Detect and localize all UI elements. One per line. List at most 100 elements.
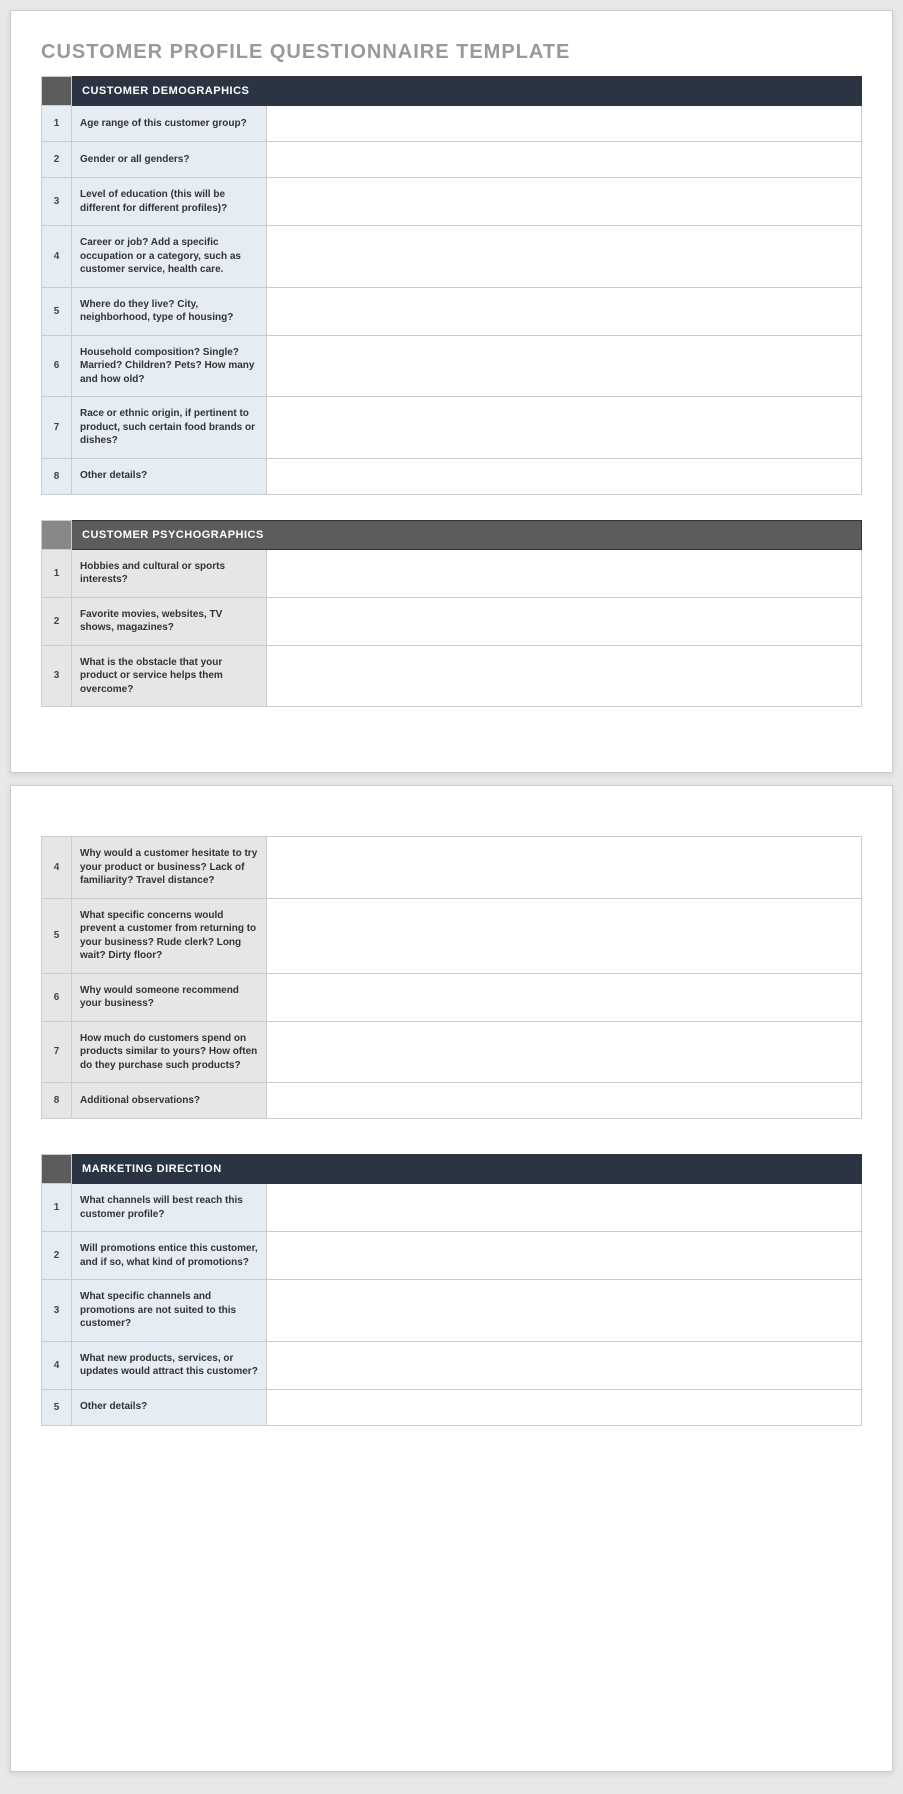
question-cell: Household composition? Single? Married? … — [72, 335, 267, 397]
table-row: 4 Why would a customer hesitate to try y… — [42, 837, 862, 899]
answer-cell[interactable] — [267, 898, 862, 973]
document-page-2: 4 Why would a customer hesitate to try y… — [10, 785, 893, 1772]
header-num-blank — [42, 1155, 72, 1184]
row-number: 3 — [42, 178, 72, 226]
answer-cell[interactable] — [267, 287, 862, 335]
page-title: CUSTOMER PROFILE QUESTIONNAIRE TEMPLATE — [41, 41, 862, 64]
table-row: 4 Career or job? Add a specific occupati… — [42, 226, 862, 288]
answer-cell[interactable] — [267, 106, 862, 142]
question-cell: Age range of this customer group? — [72, 106, 267, 142]
row-number: 1 — [42, 106, 72, 142]
question-cell: Favorite movies, websites, TV shows, mag… — [72, 597, 267, 645]
answer-cell[interactable] — [267, 597, 862, 645]
answer-cell[interactable] — [267, 178, 862, 226]
question-cell: Level of education (this will be differe… — [72, 178, 267, 226]
section-header: CUSTOMER DEMOGRAPHICS — [72, 77, 862, 106]
row-number: 4 — [42, 837, 72, 899]
question-cell: What specific concerns would prevent a c… — [72, 898, 267, 973]
row-number: 7 — [42, 397, 72, 459]
row-number: 1 — [42, 1184, 72, 1232]
row-number: 6 — [42, 335, 72, 397]
question-cell: Gender or all genders? — [72, 142, 267, 178]
answer-cell[interactable] — [267, 1341, 862, 1389]
answer-cell[interactable] — [267, 226, 862, 288]
table-row: 2 Gender or all genders? — [42, 142, 862, 178]
table-row: 4 What new products, services, or update… — [42, 1341, 862, 1389]
row-number: 5 — [42, 898, 72, 973]
psychographics-table-2: 4 Why would a customer hesitate to try y… — [41, 836, 862, 1119]
question-cell: Why would a customer hesitate to try you… — [72, 837, 267, 899]
table-row: 3 What specific channels and promotions … — [42, 1280, 862, 1342]
table-row: 6 Why would someone recommend your busin… — [42, 973, 862, 1021]
header-num-blank — [42, 77, 72, 106]
row-number: 8 — [42, 1083, 72, 1119]
table-row: 8 Additional observations? — [42, 1083, 862, 1119]
answer-cell[interactable] — [267, 1184, 862, 1232]
question-cell: Other details? — [72, 1389, 267, 1425]
answer-cell[interactable] — [267, 837, 862, 899]
answer-cell[interactable] — [267, 973, 862, 1021]
question-cell: Career or job? Add a specific occupation… — [72, 226, 267, 288]
row-number: 6 — [42, 973, 72, 1021]
psychographics-table-1: CUSTOMER PSYCHOGRAPHICS 1 Hobbies and cu… — [41, 520, 862, 708]
answer-cell[interactable] — [267, 458, 862, 494]
table-row: 5 Where do they live? City, neighborhood… — [42, 287, 862, 335]
row-number: 4 — [42, 1341, 72, 1389]
page-bottom-whitespace — [41, 1451, 862, 1731]
table-row: 5 What specific concerns would prevent a… — [42, 898, 862, 973]
question-cell: What channels will best reach this custo… — [72, 1184, 267, 1232]
question-cell: Where do they live? City, neighborhood, … — [72, 287, 267, 335]
row-number: 3 — [42, 645, 72, 707]
row-number: 8 — [42, 458, 72, 494]
table-row: 1 Age range of this customer group? — [42, 106, 862, 142]
row-number: 2 — [42, 1232, 72, 1280]
answer-cell[interactable] — [267, 1280, 862, 1342]
question-cell: How much do customers spend on products … — [72, 1021, 267, 1083]
row-number: 1 — [42, 549, 72, 597]
answer-cell[interactable] — [267, 549, 862, 597]
question-cell: Additional observations? — [72, 1083, 267, 1119]
answer-cell[interactable] — [267, 1389, 862, 1425]
section-header-row: MARKETING DIRECTION — [42, 1155, 862, 1184]
table-row: 7 Race or ethnic origin, if pertinent to… — [42, 397, 862, 459]
row-number: 2 — [42, 142, 72, 178]
row-number: 2 — [42, 597, 72, 645]
row-number: 4 — [42, 226, 72, 288]
question-cell: Race or ethnic origin, if pertinent to p… — [72, 397, 267, 459]
row-number: 5 — [42, 287, 72, 335]
header-num-blank — [42, 520, 72, 549]
table-row: 3 What is the obstacle that your product… — [42, 645, 862, 707]
table-row: 7 How much do customers spend on product… — [42, 1021, 862, 1083]
row-number: 7 — [42, 1021, 72, 1083]
section-header-row: CUSTOMER DEMOGRAPHICS — [42, 77, 862, 106]
question-cell: Will promotions entice this customer, an… — [72, 1232, 267, 1280]
question-cell: Why would someone recommend your busines… — [72, 973, 267, 1021]
question-cell: Other details? — [72, 458, 267, 494]
table-row: 1 What channels will best reach this cus… — [42, 1184, 862, 1232]
marketing-table: MARKETING DIRECTION 1 What channels will… — [41, 1154, 862, 1426]
section-header: MARKETING DIRECTION — [72, 1155, 862, 1184]
table-row: 8 Other details? — [42, 458, 862, 494]
table-row: 2 Will promotions entice this customer, … — [42, 1232, 862, 1280]
section-header-row: CUSTOMER PSYCHOGRAPHICS — [42, 520, 862, 549]
answer-cell[interactable] — [267, 1021, 862, 1083]
question-cell: What is the obstacle that your product o… — [72, 645, 267, 707]
question-cell: What new products, services, or updates … — [72, 1341, 267, 1389]
answer-cell[interactable] — [267, 142, 862, 178]
table-row: 1 Hobbies and cultural or sports interes… — [42, 549, 862, 597]
row-number: 5 — [42, 1389, 72, 1425]
document-page-1: CUSTOMER PROFILE QUESTIONNAIRE TEMPLATE … — [10, 10, 893, 773]
row-number: 3 — [42, 1280, 72, 1342]
answer-cell[interactable] — [267, 335, 862, 397]
section-header: CUSTOMER PSYCHOGRAPHICS — [72, 520, 862, 549]
answer-cell[interactable] — [267, 397, 862, 459]
answer-cell[interactable] — [267, 645, 862, 707]
table-row: 6 Household composition? Single? Married… — [42, 335, 862, 397]
table-row: 5 Other details? — [42, 1389, 862, 1425]
question-cell: Hobbies and cultural or sports interests… — [72, 549, 267, 597]
answer-cell[interactable] — [267, 1083, 862, 1119]
question-cell: What specific channels and promotions ar… — [72, 1280, 267, 1342]
answer-cell[interactable] — [267, 1232, 862, 1280]
table-row: 3 Level of education (this will be diffe… — [42, 178, 862, 226]
table-row: 2 Favorite movies, websites, TV shows, m… — [42, 597, 862, 645]
